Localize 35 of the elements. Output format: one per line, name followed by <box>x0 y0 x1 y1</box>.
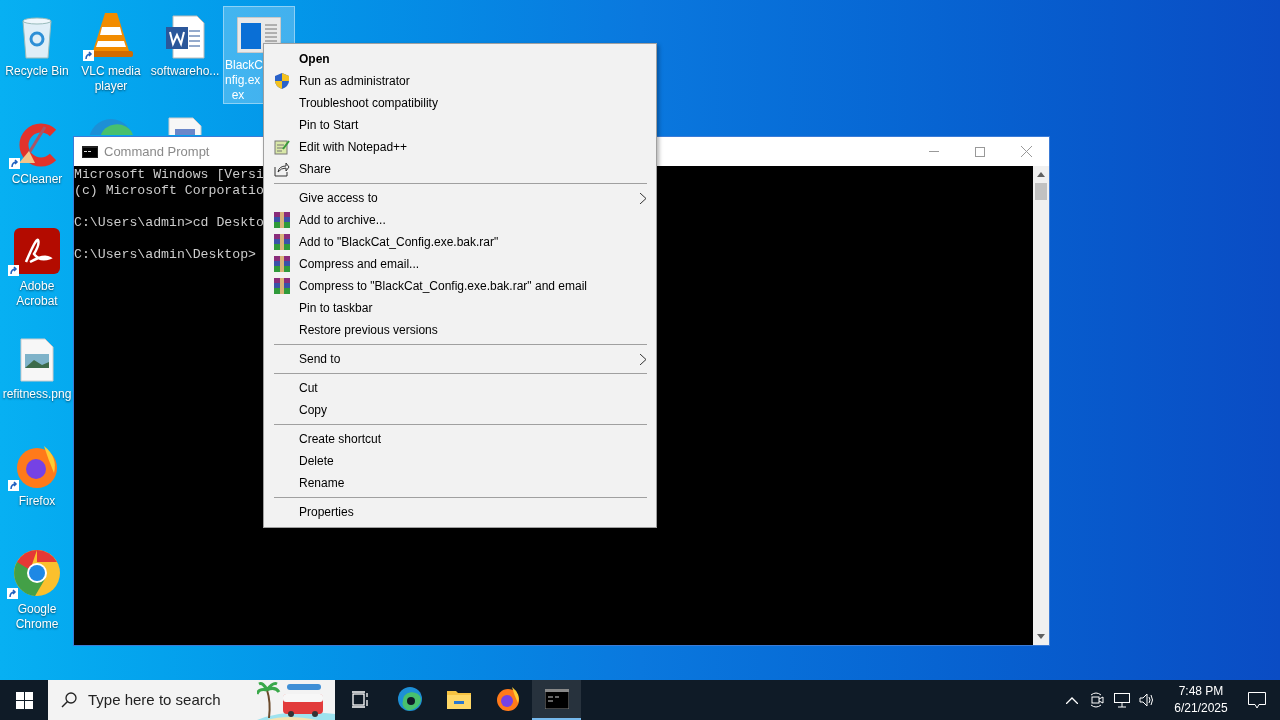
menu-item[interactable]: Rename <box>264 472 656 494</box>
console-line: C:\Users\admin\Desktop> <box>74 247 257 263</box>
icon-label: BlackC nfig.ex ex <box>224 58 263 103</box>
search-bar[interactable]: Type here to search <box>48 680 335 720</box>
icon-label: Firefox <box>17 494 57 509</box>
console-line: C:\Users\admin>cd Deskto <box>74 215 264 231</box>
console-line: (c) Microsoft Corporatio <box>74 183 264 199</box>
menu-item[interactable]: Add to archive... <box>264 209 656 231</box>
clock-date[interactable]: 6/21/2025 <box>1174 700 1228 717</box>
menu-item[interactable]: Compress to "BlackCat_Config.exe.bak.rar" and email <box>264 275 656 297</box>
menu-item[interactable]: Share <box>264 158 656 180</box>
menu-item[interactable]: Compress and email... <box>264 253 656 275</box>
icon-label: Recycle Bin <box>4 64 70 79</box>
menu-item[interactable]: Pin to taskbar <box>264 297 656 319</box>
window-title: Command Prompt <box>104 142 210 161</box>
icon-label: Adobe Acrobat <box>15 279 59 309</box>
menu-item[interactable]: Properties <box>264 501 656 523</box>
menu-item[interactable]: Cut <box>264 377 656 399</box>
menu-item[interactable]: Copy <box>264 399 656 421</box>
icon-label: refitness.png <box>1 386 73 402</box>
menu-item[interactable]: Give access to <box>264 187 656 209</box>
menu-item[interactable]: Create shortcut <box>264 428 656 450</box>
clock-time[interactable]: 7:48 PM <box>1178 683 1224 700</box>
menu-item[interactable]: Delete <box>264 450 656 472</box>
icon-label: CCleaner <box>10 171 64 187</box>
console-line: Microsoft Windows [Versi <box>74 167 264 183</box>
menu-item[interactable]: Pin to Start <box>264 114 656 136</box>
icon-label: softwareho... <box>149 64 221 79</box>
menu-item[interactable]: Restore previous versions <box>264 319 656 341</box>
menu-item[interactable]: Add to "BlackCat_Config.exe.bak.rar" <box>264 231 656 253</box>
menu-item[interactable]: Send to <box>264 348 656 370</box>
icon-label: VLC media player <box>80 64 142 94</box>
icon-label: Google Chrome <box>14 601 60 632</box>
menu-item[interactable]: Edit with Notepad++ <box>264 136 656 158</box>
search-field[interactable]: Type here to search <box>88 688 248 712</box>
